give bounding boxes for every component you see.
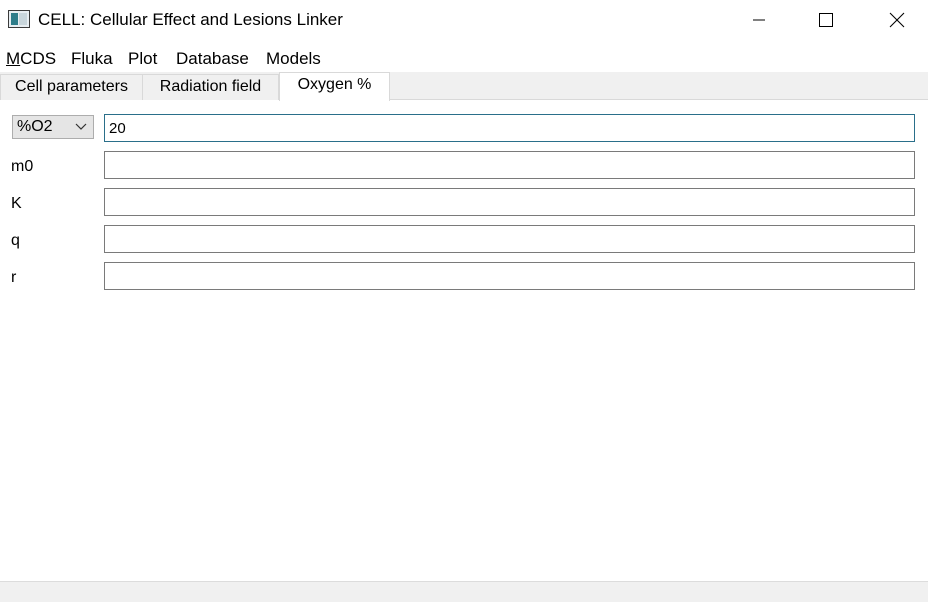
menu-database[interactable]: Database — [176, 49, 249, 69]
close-button[interactable] — [874, 0, 920, 40]
o2-unit-selected: %O2 — [17, 118, 53, 135]
m0-label: m0 — [11, 158, 34, 175]
menu-mnemonic: M — [6, 49, 21, 68]
k-label: K — [11, 195, 22, 212]
tab-cell-parameters[interactable]: Cell parameters — [0, 74, 143, 100]
tab-bar: Cell parameters Radiation field Oxygen % — [0, 72, 928, 101]
o2-value-input[interactable] — [104, 114, 915, 142]
q-label: q — [11, 232, 20, 249]
menu-fluka[interactable]: Fluka — [71, 49, 113, 69]
app-icon — [8, 10, 30, 28]
minimize-button[interactable] — [736, 0, 782, 40]
m0-input[interactable] — [104, 151, 915, 179]
r-input[interactable] — [104, 262, 915, 290]
menu-bar: MCDS Fluka Plot Database Models — [0, 46, 928, 72]
window-title: CELL: Cellular Effect and Lesions Linker — [38, 10, 343, 29]
tab-oxygen[interactable]: Oxygen % — [279, 72, 390, 101]
q-input[interactable] — [104, 225, 915, 253]
tab-radiation-field[interactable]: Radiation field — [142, 74, 279, 100]
menu-models[interactable]: Models — [266, 49, 321, 69]
maximize-button[interactable] — [803, 0, 849, 40]
o2-unit-select[interactable]: %O2 — [12, 115, 94, 139]
chevron-down-icon — [75, 123, 87, 130]
title-bar: CELL: Cellular Effect and Lesions Linker — [0, 0, 928, 40]
minimize-icon — [753, 19, 765, 21]
status-bar — [0, 581, 928, 602]
menu-label: CDS — [20, 49, 57, 68]
r-label: r — [11, 269, 17, 286]
maximize-icon — [819, 13, 833, 27]
menu-mcds[interactable]: MCDS — [6, 49, 56, 69]
menu-plot[interactable]: Plot — [128, 49, 157, 69]
close-icon — [889, 12, 905, 28]
k-input[interactable] — [104, 188, 915, 216]
